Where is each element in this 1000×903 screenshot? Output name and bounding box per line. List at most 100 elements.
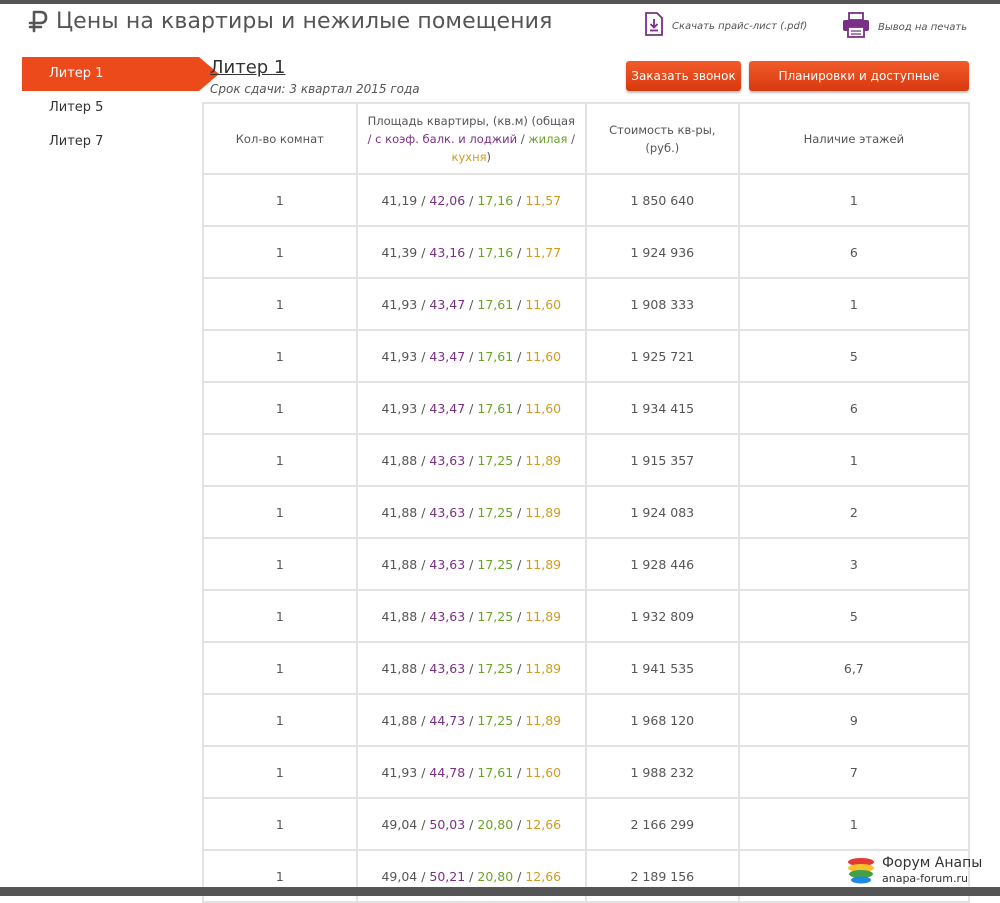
area-live: 17,16	[477, 244, 514, 260]
table-row: 1 49,04 / 50,03 / 20,80 / 12,66 2 166 299 1	[202, 797, 971, 851]
plans-button[interactable]: Планировки и доступные квартиры	[749, 61, 969, 113]
order-call-button[interactable]: Заказать звонок	[626, 61, 741, 91]
area-cell: 41,39 / 43,16 / 17,16 / 11,77	[355, 225, 587, 279]
sidebar-item-liter-1[interactable]: Литер 1	[22, 57, 219, 91]
area-kitchen: 11,60	[525, 400, 562, 416]
area-live: 17,61	[477, 348, 514, 364]
area-live: 20,80	[477, 816, 514, 832]
area-cell: 41,88 / 43,63 / 17,25 / 11,89	[355, 485, 587, 539]
area-balk: 43,63	[429, 452, 466, 468]
area-total: 41,93	[381, 400, 418, 416]
table-row: 1 41,39 / 43,16 / 17,16 / 11,77 1 924 936 6	[202, 225, 971, 279]
area-total: 41,93	[381, 348, 418, 364]
sidebar-item-liter-5[interactable]: Литер 5	[22, 91, 194, 125]
table-row: 1 41,88 / 43,63 / 17,25 / 11,89 1 941 535 6…	[202, 641, 971, 695]
area-balk: 43,63	[429, 660, 466, 676]
header-floors: Наличие этажей	[737, 102, 971, 175]
table-row: 1 41,88 / 43,63 / 17,25 / 11,89 1 932 809 5	[202, 589, 971, 643]
table-row: 1 41,93 / 44,78 / 17,61 / 11,60 1 988 232 7	[202, 745, 971, 799]
price-cell: 1 924 083	[584, 485, 740, 539]
area-cell: 41,88 / 44,73 / 17,25 / 11,89	[355, 693, 587, 747]
area-balk: 44,73	[429, 712, 466, 728]
area-live: 17,25	[477, 660, 514, 676]
area-total: 41,88	[381, 556, 418, 572]
area-kitchen: 11,60	[525, 348, 562, 364]
rooms-cell: 1	[202, 277, 358, 331]
section-title[interactable]: Литер 1	[210, 57, 285, 78]
area-balk: 43,63	[429, 504, 466, 520]
sidebar: Литер 1 Литер 5 Литер 7	[22, 57, 219, 159]
rooms-cell: 1	[202, 641, 358, 695]
header-area-kitchen: кухня	[451, 149, 487, 164]
floors-cell: 6,7	[737, 641, 971, 695]
floors-cell: 1	[737, 173, 971, 227]
floors-cell: 1	[737, 797, 971, 851]
area-cell: 41,88 / 43,63 / 17,25 / 11,89	[355, 537, 587, 591]
area-kitchen: 11,60	[525, 764, 562, 780]
price-cell: 1 928 446	[584, 537, 740, 591]
floors-cell: 7	[737, 745, 971, 799]
rooms-cell: 1	[202, 537, 358, 591]
area-live: 17,25	[477, 712, 514, 728]
table-row: 1 41,93 / 43,47 / 17,61 / 11,60 1 925 721 5	[202, 329, 971, 383]
price-cell: 2 166 299	[584, 797, 740, 851]
price-cell: 1 925 721	[584, 329, 740, 383]
header-area-total: Площадь квартиры, (кв.м) (общая	[367, 113, 575, 128]
area-balk: 44,78	[429, 764, 466, 780]
table-row: 1 41,93 / 43,47 / 17,61 / 11,60 1 934 415 6	[202, 381, 971, 435]
area-balk: 43,16	[429, 244, 466, 260]
area-total: 41,88	[381, 608, 418, 624]
header-rooms: Кол-во комнат	[202, 102, 358, 175]
table-header-row: Кол-во комнат Площадь квартиры, (кв.м) (…	[202, 102, 971, 175]
area-live: 17,25	[477, 504, 514, 520]
area-kitchen: 11,89	[525, 452, 562, 468]
table-row: 1 41,88 / 43,63 / 17,25 / 11,89 1 915 357 1	[202, 433, 971, 487]
area-kitchen: 11,57	[525, 192, 562, 208]
floors-cell: 6	[737, 381, 971, 435]
area-live: 17,61	[477, 764, 514, 780]
price-cell: 1 908 333	[584, 277, 740, 331]
area-kitchen: 11,77	[525, 244, 562, 260]
table-row: 1 41,88 / 44,73 / 17,25 / 11,89 1 968 120 9	[202, 693, 971, 747]
print-link[interactable]: Вывод на печать	[842, 12, 967, 42]
area-total: 41,88	[381, 504, 418, 520]
area-balk: 43,47	[429, 348, 466, 364]
area-live: 17,25	[477, 556, 514, 572]
area-total: 41,19	[381, 192, 418, 208]
area-balk: 43,63	[429, 608, 466, 624]
forum-watermark: Форум Анапы anapa-forum.ru	[846, 854, 982, 888]
area-kitchen: 11,89	[525, 556, 562, 572]
area-live: 17,16	[477, 192, 514, 208]
sidebar-item-liter-7[interactable]: Литер 7	[22, 125, 194, 159]
forum-url: anapa-forum.ru	[882, 872, 968, 885]
area-total: 41,93	[381, 764, 418, 780]
bottom-border	[0, 887, 1000, 896]
area-kitchen: 11,89	[525, 608, 562, 624]
ruble-icon	[26, 8, 50, 34]
header-area-live: жилая	[528, 131, 568, 146]
table-row: 1 41,93 / 43,47 / 17,61 / 11,60 1 908 333 1	[202, 277, 971, 331]
price-cell: 1 850 640	[584, 173, 740, 227]
area-kitchen: 11,89	[525, 660, 562, 676]
area-balk: 43,47	[429, 400, 466, 416]
floors-cell: 3	[737, 537, 971, 591]
area-cell: 41,93 / 43,47 / 17,61 / 11,60	[355, 329, 587, 383]
table-row: 1 41,88 / 43,63 / 17,25 / 11,89 1 928 446 3	[202, 537, 971, 591]
floors-cell: 1	[737, 277, 971, 331]
header-area: Площадь квартиры, (кв.м) (общая / с коэф…	[355, 102, 587, 175]
top-border	[0, 0, 1000, 4]
rooms-cell: 1	[202, 485, 358, 539]
price-cell: 1 941 535	[584, 641, 740, 695]
floors-cell: 9	[737, 693, 971, 747]
price-cell: 1 934 415	[584, 381, 740, 435]
area-total: 41,39	[381, 244, 418, 260]
download-label: Скачать прайс-лист (.pdf)	[672, 20, 808, 32]
rooms-cell: 1	[202, 225, 358, 279]
rooms-cell: 1	[202, 381, 358, 435]
area-cell: 41,19 / 42,06 / 17,16 / 11,57	[355, 173, 587, 227]
download-pricelist-link[interactable]: Скачать прайс-лист (.pdf)	[644, 12, 807, 40]
price-cell: 1 988 232	[584, 745, 740, 799]
area-cell: 41,88 / 43,63 / 17,25 / 11,89	[355, 433, 587, 487]
forum-name: Форум Анапы	[882, 855, 983, 871]
area-kitchen: 11,89	[525, 504, 562, 520]
